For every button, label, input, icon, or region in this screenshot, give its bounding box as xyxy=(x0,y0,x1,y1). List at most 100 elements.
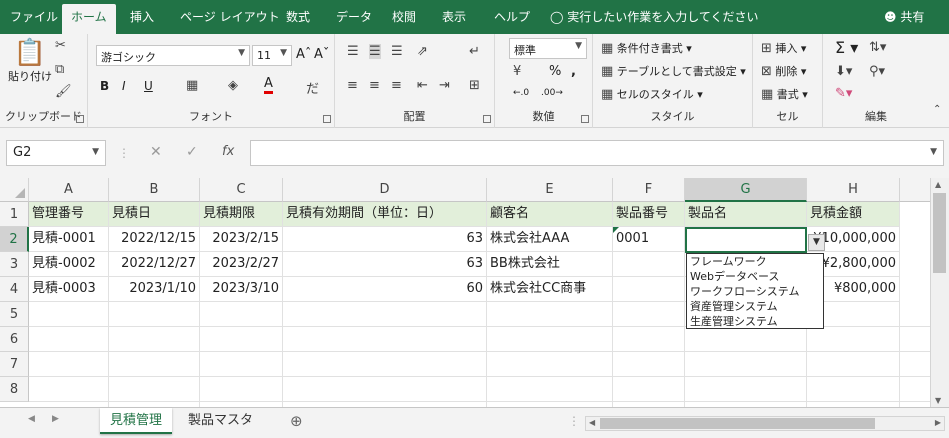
align-middle-icon[interactable]: ☰ xyxy=(369,44,381,59)
cell-e2[interactable]: 株式会社AAA xyxy=(487,227,613,252)
cancel-icon[interactable]: ✕ xyxy=(150,144,162,160)
cell-c3[interactable]: 2023/2/27 xyxy=(200,252,283,277)
cell-e1[interactable]: 顧客名 xyxy=(487,202,613,227)
formula-input[interactable]: ▼ xyxy=(250,140,944,166)
conditional-formatting-button[interactable]: ▦ 条件付き書式 ▾ xyxy=(601,40,692,56)
share-button[interactable]: ☻ 共有 xyxy=(884,8,924,25)
cell-b2[interactable]: 2022/12/15 xyxy=(109,227,200,252)
row-header-7[interactable]: 7 xyxy=(0,352,29,377)
format-cells-button[interactable]: ▦ 書式 ▾ xyxy=(761,86,808,102)
cell-f2[interactable]: 0001 xyxy=(613,227,685,252)
column-header-i[interactable] xyxy=(900,178,930,202)
font-launcher-icon[interactable] xyxy=(323,115,331,123)
cell-a3[interactable]: 見積-0002 xyxy=(29,252,109,277)
cell-styles-button[interactable]: ▦ セルのスタイル ▾ xyxy=(601,86,703,102)
align-right-icon[interactable]: ≡ xyxy=(391,78,402,93)
dropdown-option[interactable]: 生産管理システム xyxy=(690,314,820,329)
cell-f1[interactable]: 製品番号 xyxy=(613,202,685,227)
clear-icon[interactable]: ✎▾ xyxy=(835,86,852,101)
validation-dropdown-list[interactable]: フレームワーク Webデータベース ワークフローシステム 資産管理システム 生産… xyxy=(686,253,824,329)
dropdown-option[interactable]: フレームワーク xyxy=(690,254,820,269)
expand-formula-icon[interactable]: ▼ xyxy=(930,147,937,157)
column-header-e[interactable]: E xyxy=(487,178,613,202)
align-left-icon[interactable]: ≡ xyxy=(347,78,358,93)
font-color-icon[interactable]: A xyxy=(264,77,273,94)
cell-h1[interactable]: 見積金額 xyxy=(807,202,900,227)
prev-sheet-icon[interactable]: ◀ xyxy=(28,414,35,424)
collapse-ribbon-icon[interactable]: ⌃ xyxy=(933,104,941,115)
select-all-corner[interactable] xyxy=(0,178,29,202)
cell-a2[interactable]: 見積-0001 xyxy=(29,227,109,252)
cell-c2[interactable]: 2023/2/15 xyxy=(200,227,283,252)
dropdown-option[interactable]: 資産管理システム xyxy=(690,299,820,314)
phonetic-icon[interactable]: だ xyxy=(306,78,319,97)
wrap-text-icon[interactable]: ↵ xyxy=(469,44,480,59)
align-center-icon[interactable]: ≡ xyxy=(369,78,380,93)
number-format-combo[interactable]: 標準 ▼ xyxy=(509,38,587,59)
borders-icon[interactable]: ▦ xyxy=(186,78,198,93)
tell-me-box[interactable]: ◯ 実行したい作業を入力してください xyxy=(550,8,759,25)
row-header-4[interactable]: 4 xyxy=(0,277,29,302)
horizontal-scroll-thumb[interactable] xyxy=(600,418,875,429)
tab-review[interactable]: 校閲 xyxy=(392,8,416,25)
increase-decimal-icon[interactable]: ←.0 xyxy=(513,88,529,98)
scroll-down-icon[interactable]: ▼ xyxy=(935,396,941,405)
clipboard-launcher-icon[interactable] xyxy=(76,115,84,123)
delete-cells-button[interactable]: ⊠ 削除 ▾ xyxy=(761,63,806,79)
increase-indent-icon[interactable]: ⇥ xyxy=(439,78,450,93)
fill-color-icon[interactable]: ◈ xyxy=(228,78,238,93)
comma-icon[interactable]: , xyxy=(571,64,576,79)
font-size-combo[interactable]: 11 ▼ xyxy=(252,45,292,66)
decrease-indent-icon[interactable]: ⇤ xyxy=(417,78,428,93)
tab-insert[interactable]: 挿入 xyxy=(130,8,154,25)
cell-a4[interactable]: 見積-0003 xyxy=(29,277,109,302)
row-header-1[interactable]: 1 xyxy=(0,202,29,227)
underline-button[interactable]: U xyxy=(144,79,153,93)
column-header-b[interactable]: B xyxy=(109,178,200,202)
sort-filter-icon[interactable]: ⇅▾ xyxy=(869,40,886,55)
percent-icon[interactable]: % xyxy=(549,64,561,79)
copy-icon[interactable]: ⧉ xyxy=(55,62,64,77)
cell-b1[interactable]: 見積日 xyxy=(109,202,200,227)
align-bottom-icon[interactable]: ☰ xyxy=(391,44,403,59)
cell-f3[interactable] xyxy=(613,252,685,277)
cell-a1[interactable]: 管理番号 xyxy=(29,202,109,227)
insert-cells-button[interactable]: ⊞ 挿入 ▾ xyxy=(761,40,806,56)
font-name-combo[interactable]: 游ゴシック ▼ xyxy=(96,45,250,66)
cut-icon[interactable]: ✂ xyxy=(55,38,66,53)
row-header-8[interactable]: 8 xyxy=(0,377,29,402)
tab-view[interactable]: 表示 xyxy=(442,8,466,25)
column-header-d[interactable]: D xyxy=(283,178,487,202)
cell-d1[interactable]: 見積有効期間（単位：日） xyxy=(283,202,487,227)
cell-g1[interactable]: 製品名 xyxy=(685,202,807,227)
insert-function-icon[interactable]: fx xyxy=(222,144,234,159)
shrink-font-icon[interactable]: Aˇ xyxy=(314,47,329,62)
dropdown-option[interactable]: ワークフローシステム xyxy=(690,284,820,299)
row-header-5[interactable]: 5 xyxy=(0,302,29,327)
cell-d2[interactable]: 63 xyxy=(283,227,487,252)
decrease-decimal-icon[interactable]: .00→ xyxy=(541,88,563,98)
column-header-f[interactable]: F xyxy=(613,178,685,202)
orientation-icon[interactable]: ⇗ xyxy=(417,44,428,59)
cell-d3[interactable]: 63 xyxy=(283,252,487,277)
grow-font-icon[interactable]: Aˆ xyxy=(296,47,311,62)
autosum-icon[interactable]: Σ ▾ xyxy=(835,38,858,57)
scroll-left-icon[interactable]: ◀ xyxy=(589,418,595,427)
enter-icon[interactable]: ✓ xyxy=(186,144,198,160)
dropdown-arrow-button[interactable]: ▼ xyxy=(808,234,825,251)
tab-home[interactable]: ホーム xyxy=(62,4,116,34)
number-launcher-icon[interactable] xyxy=(581,115,589,123)
tab-help[interactable]: ヘルプ xyxy=(494,8,530,25)
sheet-tab-quotes[interactable]: 見積管理 xyxy=(100,408,173,434)
column-header-g[interactable]: G xyxy=(685,178,807,202)
tab-page-layout[interactable]: ページ レイアウト xyxy=(180,8,280,25)
tab-file[interactable]: ファイル xyxy=(10,8,58,25)
format-painter-icon[interactable]: 🖌 xyxy=(55,84,72,99)
fill-icon[interactable]: ⬇▾ xyxy=(835,64,852,79)
cell-f4[interactable] xyxy=(613,277,685,302)
align-top-icon[interactable]: ☰ xyxy=(347,44,359,59)
add-sheet-icon[interactable]: ⊕ xyxy=(290,412,303,430)
dropdown-option[interactable]: Webデータベース xyxy=(690,269,820,284)
row-header-3[interactable]: 3 xyxy=(0,252,29,277)
name-box[interactable]: G2 ▼ xyxy=(6,140,106,166)
